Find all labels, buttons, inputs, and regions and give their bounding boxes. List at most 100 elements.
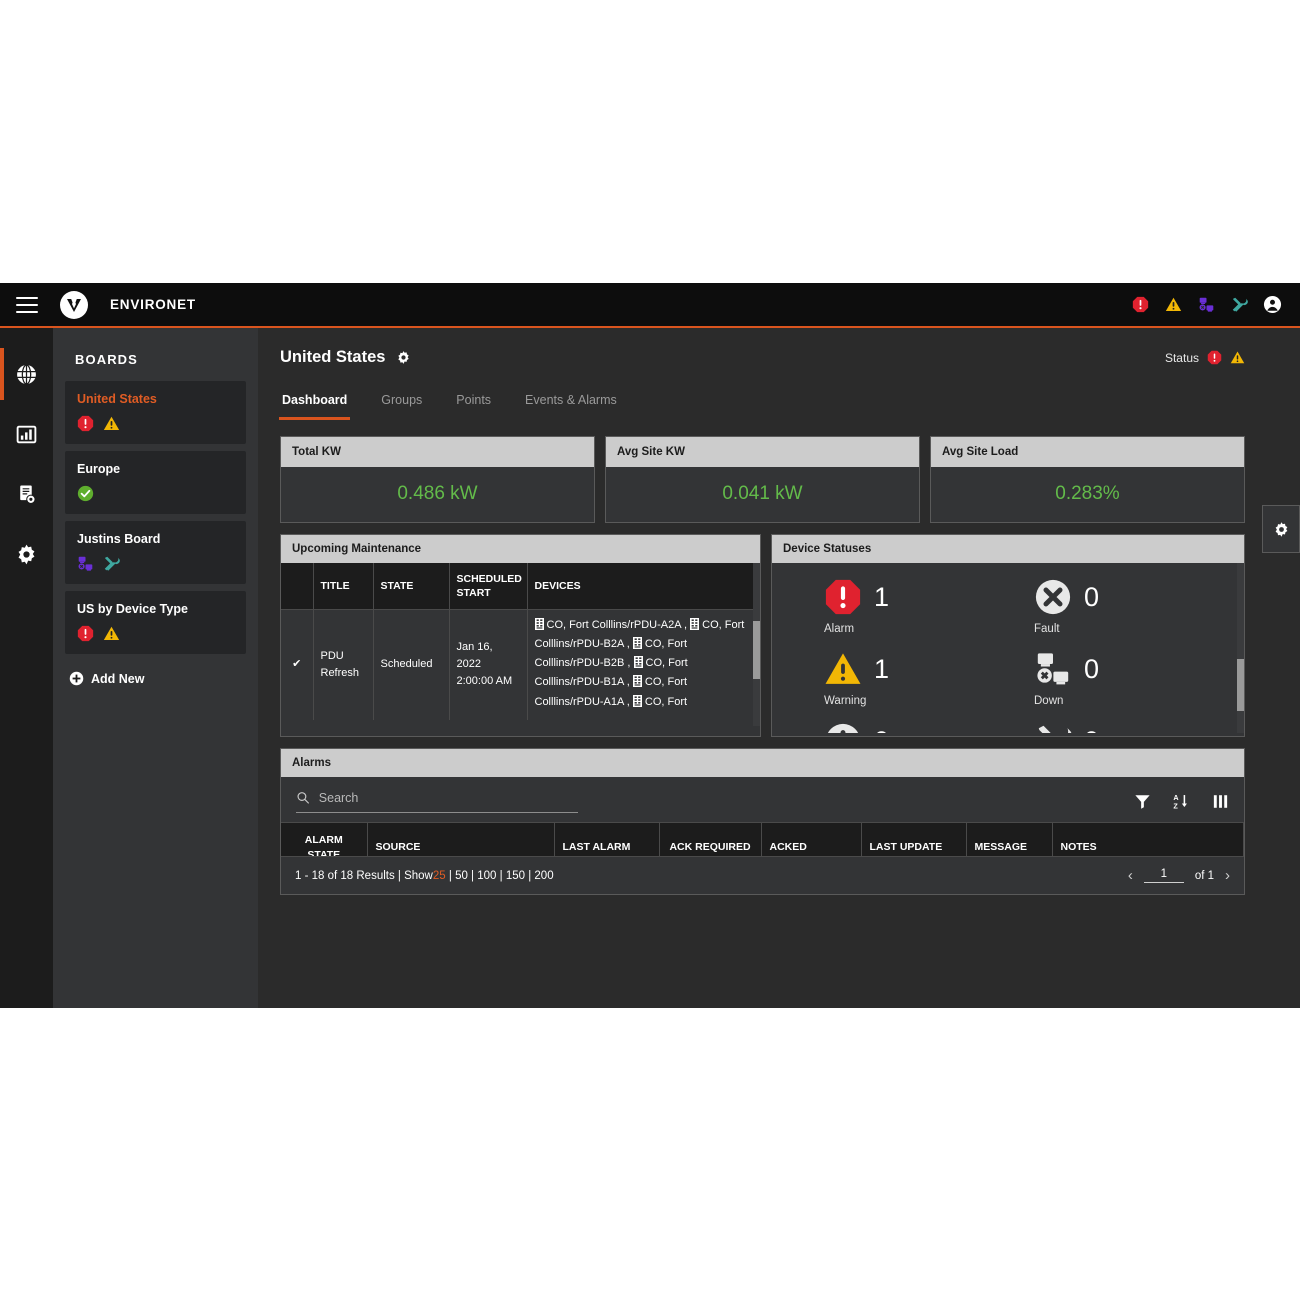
rail-item-documents[interactable] <box>0 464 53 524</box>
ok-icon <box>77 485 94 501</box>
alarms-search[interactable] <box>296 790 578 813</box>
maintenance-icon <box>104 556 120 571</box>
device-status-count: 1 <box>874 581 890 612</box>
device-link[interactable]: CO, Fort Colllins/rPDU-A2A <box>534 618 681 631</box>
col-last-update: LAST UPDATE <box>861 822 967 856</box>
search-input[interactable] <box>318 790 578 805</box>
device-status-label: Down <box>1034 695 1064 707</box>
globe-icon <box>17 363 36 385</box>
maintenance-vertical-scrollbar[interactable] <box>753 563 760 726</box>
device-status-maintenance[interactable]: 0 Maintenance <box>1034 721 1244 733</box>
tab-groups[interactable]: Groups <box>381 393 422 420</box>
sidebar-item-united-states[interactable]: United States <box>65 381 246 444</box>
device-separator: , <box>680 619 691 632</box>
alarms-pager: 1 - 18 of 18 Results | Show 25 | 50 | 10… <box>281 856 1244 894</box>
kpi-card-avg-site-kw: Avg Site KW 0.041 kW <box>605 436 920 523</box>
alarms-table: ALARM STATE SOURCE LAST ALARM ACK REQUIR… <box>281 822 1244 856</box>
device-status-info[interactable]: 0 Info <box>824 721 1034 733</box>
page-size-200[interactable]: 200 <box>534 870 553 882</box>
hamburger-icon[interactable] <box>16 296 38 313</box>
device-status-warning[interactable]: 1 Warning <box>824 649 1034 707</box>
page-size-150[interactable]: 150 <box>506 870 525 882</box>
col-last-alarm: LAST ALARM <box>554 822 660 856</box>
page-size-separator: | <box>525 869 535 882</box>
kpi-label: Avg Site Load <box>931 437 1244 467</box>
device-statuses-vertical-scrollbar[interactable] <box>1237 563 1244 733</box>
alarm-icon[interactable] <box>1207 350 1222 365</box>
filter-icon[interactable] <box>1134 793 1151 810</box>
tab-dashboard[interactable]: Dashboard <box>278 393 351 420</box>
device-statuses-scroll-area: 1 Alarm 0 Fault 1 Warning 0 Down <box>772 563 1244 733</box>
device-link[interactable]: CO, Fort <box>632 694 687 708</box>
kpi-value: 0.041 kW <box>606 467 919 522</box>
user-account-icon[interactable] <box>1262 295 1282 315</box>
down-devices-icon[interactable] <box>1196 295 1216 315</box>
reports-chart-icon <box>16 425 37 443</box>
pdu-device-icon <box>632 637 642 655</box>
page-number-input[interactable]: 1 <box>1143 868 1184 883</box>
table-header-row: ALARM STATE SOURCE LAST ALARM ACK REQUIR… <box>281 822 1244 856</box>
warning-icon[interactable] <box>1163 295 1183 315</box>
row-devices: CO, Fort Colllins/rPDU-A2A , CO, Fort Co… <box>527 609 760 720</box>
alarm-icon[interactable] <box>1130 295 1150 315</box>
device-status-alarm[interactable]: 1 Alarm <box>824 577 1034 635</box>
kpi-card-avg-site-load: Avg Site Load 0.283% <box>930 436 1245 523</box>
kpi-value: 0.283% <box>931 467 1244 522</box>
table-row[interactable]: ✔ PDU Refresh Scheduled Jan 16, 2022 2:0… <box>281 609 760 720</box>
top-bar: ENVIRONET <box>0 283 1300 328</box>
board-settings-gear-icon[interactable] <box>396 350 411 365</box>
tab-events-alarms[interactable]: Events & Alarms <box>525 393 617 420</box>
maintenance-icon[interactable] <box>1229 295 1249 315</box>
kpi-value: 0.486 kW <box>281 467 594 522</box>
plus-circle-icon <box>69 671 84 686</box>
app-logo <box>60 290 88 319</box>
page-size-separator: | <box>445 869 456 882</box>
page-size-25[interactable]: 25 <box>433 870 446 882</box>
page-title: United States <box>280 348 386 366</box>
sidebar-item-europe[interactable]: Europe <box>65 451 246 514</box>
add-new-label: Add New <box>91 671 145 686</box>
chevron-left-icon[interactable]: ‹ <box>1128 867 1133 884</box>
rail-item-sites[interactable] <box>0 344 53 404</box>
page-size-100[interactable]: 100 <box>477 870 496 882</box>
warning-icon[interactable] <box>1230 350 1245 365</box>
status-indicator-group: Status <box>1165 350 1245 365</box>
device-status-down[interactable]: 0 Down <box>1034 649 1244 707</box>
row-scheduled-start: Jan 16, 2022 2:00:00 AM <box>449 609 528 720</box>
panel-title: Alarms <box>281 749 1244 777</box>
sidebar-item-justins-board[interactable]: Justins Board <box>65 521 246 584</box>
device-status-fault[interactable]: 0 Fault <box>1034 577 1244 635</box>
columns-icon[interactable] <box>1212 793 1229 810</box>
tab-bar: Dashboard Groups Points Events & Alarms <box>278 393 1245 420</box>
device-statuses-panel: Device Statuses 1 Alarm 0 Fault 1 Warnin… <box>771 534 1245 737</box>
main-content: United States Status Dashboard Groups Po… <box>258 328 1300 1008</box>
chevron-right-icon[interactable]: › <box>1225 867 1230 884</box>
panel-title: Upcoming Maintenance <box>281 535 760 563</box>
right-settings-panel-tab[interactable] <box>1262 505 1300 553</box>
page-size-separator: | <box>496 869 506 882</box>
kpi-row: Total KW 0.486 kW Avg Site KW 0.041 kW A… <box>280 436 1245 523</box>
board-status-icons <box>77 484 234 502</box>
alarm-icon <box>77 415 94 431</box>
page-size-50[interactable]: 50 <box>455 870 468 882</box>
gear-icon <box>1275 521 1287 537</box>
col-scheduled-start: SCHEDULED START <box>449 563 528 610</box>
device-status-count: 0 <box>1084 653 1100 684</box>
rail-item-settings[interactable] <box>0 524 53 584</box>
maintenance-table: TITLE STATE SCHEDULED START DEVICES ✔ PD… <box>281 563 760 720</box>
vertiv-logo-icon <box>60 290 88 319</box>
board-name: United States <box>77 392 157 406</box>
warning-icon <box>103 626 120 640</box>
tab-points[interactable]: Points <box>456 393 491 420</box>
screenshot-canvas: ENVIRONET BOARDS United States Europe Ju… <box>0 0 1300 1300</box>
rail-item-reports[interactable] <box>0 404 53 464</box>
pdu-device-icon <box>632 694 642 713</box>
info-icon <box>827 723 859 733</box>
add-new-board-button[interactable]: Add New <box>65 661 246 686</box>
device-status-count: 0 <box>1084 727 1099 733</box>
sort-icon[interactable]: A Z <box>1173 793 1190 810</box>
sidebar-item-us-by-device-type[interactable]: US by Device Type <box>65 591 246 654</box>
row-checkmark[interactable]: ✔ <box>281 609 314 720</box>
row-title-link[interactable]: PDU Refresh <box>313 609 374 720</box>
device-status-count: 1 <box>874 653 890 684</box>
